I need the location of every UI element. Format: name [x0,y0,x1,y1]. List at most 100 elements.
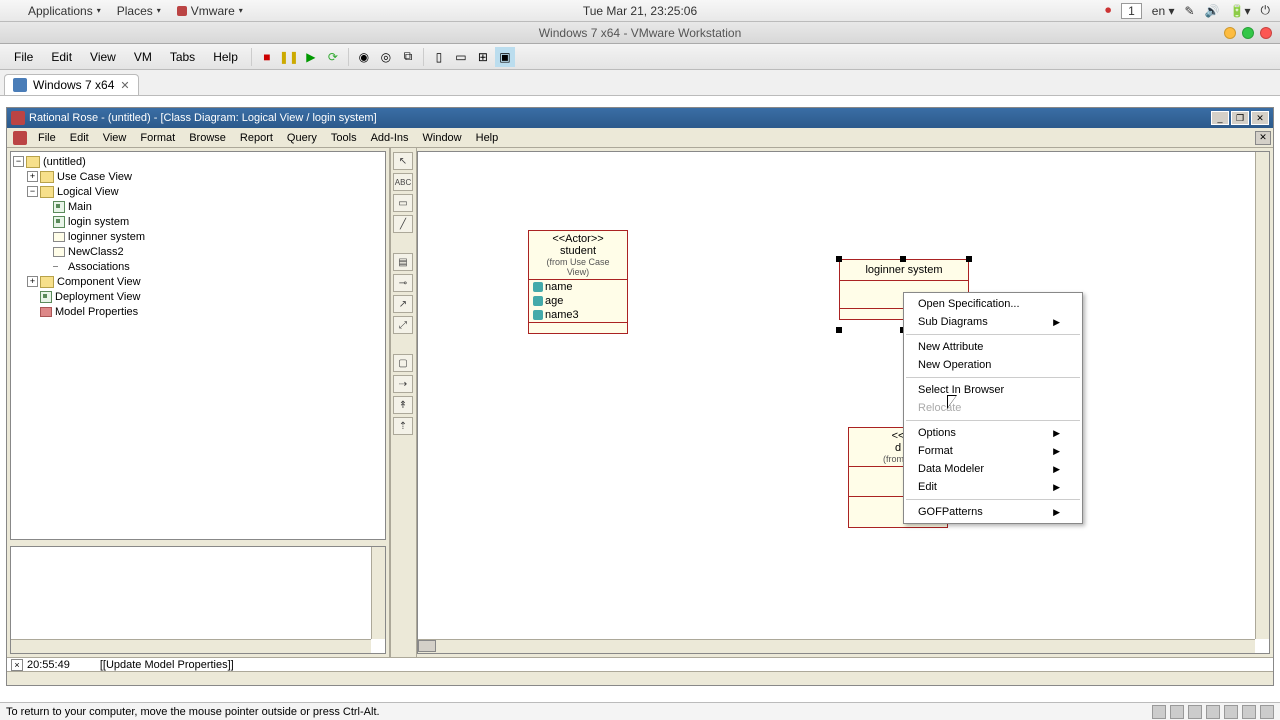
minimize-button[interactable] [1224,27,1236,39]
cm-select-in-browser[interactable]: Select In Browser [904,381,1082,399]
vm-snapshot2-icon[interactable]: ◎ [376,47,396,67]
tool-interface-icon[interactable]: ⊸ [393,274,413,292]
vm-snapshot-icon[interactable]: ◉ [354,47,374,67]
tool-pointer-icon[interactable]: ↖ [393,152,413,170]
sel-handle[interactable] [836,327,842,333]
vm-dev-icon[interactable] [1242,705,1256,719]
tray-lang[interactable]: en ▾ [1152,4,1175,18]
tray-power-icon[interactable]: ⏻ [1261,3,1271,18]
tray-volume-icon[interactable]: 🔊 [1205,4,1220,18]
rose-menu-browse[interactable]: Browse [182,130,233,146]
vm-tab-windows7[interactable]: Windows 7 x64 ✕ [4,74,139,95]
tool-note-icon[interactable]: ▭ [393,194,413,212]
cm-new-operation[interactable]: New Operation [904,356,1082,374]
vm-tab-close-icon[interactable]: ✕ [120,79,129,92]
vm-dev-icon[interactable] [1206,705,1220,719]
vm-pause-icon[interactable]: ❚❚ [279,47,299,67]
tree-model-properties[interactable]: Model Properties [13,304,383,319]
scrollbar-h[interactable] [11,639,371,653]
vm-layout2-icon[interactable]: ▭ [451,47,471,67]
rose-menu-view[interactable]: View [96,130,134,146]
tree-loginner-system[interactable]: loginner system [13,229,383,244]
cm-gofpatterns[interactable]: GOFPatterns▶ [904,503,1082,521]
rose-child-close-button[interactable]: ✕ [1255,131,1271,145]
tree-root[interactable]: −(untitled) [13,154,383,169]
rose-maximize-button[interactable]: ❐ [1231,111,1249,125]
rose-menu-report[interactable]: Report [233,130,280,146]
rose-menu-edit[interactable]: Edit [63,130,96,146]
rose-canvas[interactable]: <<Actor>> student (from Use Case View) n… [417,151,1270,654]
cm-new-attribute[interactable]: New Attribute [904,338,1082,356]
mac-menu-places[interactable]: Places▾ [109,4,169,18]
rose-tree[interactable]: −(untitled) +Use Case View −Logical View… [10,151,386,540]
vm-dev-icon[interactable] [1170,705,1184,719]
sel-handle[interactable] [836,256,842,262]
vm-restart-icon[interactable]: ⟳ [323,47,343,67]
rose-close-button[interactable]: ✕ [1251,111,1269,125]
tray-pen-icon[interactable]: ✎ [1185,4,1195,18]
vm-dev-icon[interactable] [1260,705,1274,719]
rose-menu-format[interactable]: Format [133,130,182,146]
tool-aggreg-icon[interactable]: ⤢ [393,316,413,334]
tree-use-case-view[interactable]: +Use Case View [13,169,383,184]
tool-package-icon[interactable]: ▢ [393,354,413,372]
scrollbar-v[interactable] [371,547,385,639]
vm-layout1-icon[interactable]: ▯ [429,47,449,67]
mac-menu-applications[interactable]: Applications▾ [20,4,109,18]
tool-text-icon[interactable]: ABC [393,173,413,191]
vm-menu-vm[interactable]: VM [126,47,160,67]
rose-menu-window[interactable]: Window [416,130,469,146]
rose-minimize-button[interactable]: _ [1211,111,1229,125]
vm-fullscreen-icon[interactable]: ▣ [495,47,515,67]
tree-newclass2[interactable]: NewClass2 [13,244,383,259]
tree-associations[interactable]: ⎯Associations [13,259,383,274]
rose-menu-tools[interactable]: Tools [324,130,364,146]
vm-dev-icon[interactable] [1152,705,1166,719]
vm-menu-edit[interactable]: Edit [43,47,80,67]
log-close-icon[interactable]: × [11,659,23,671]
sel-handle[interactable] [966,256,972,262]
vm-menu-file[interactable]: File [6,47,41,67]
tool-general-icon[interactable]: ↟ [393,396,413,414]
tool-realize-icon[interactable]: ⇡ [393,417,413,435]
tray-battery-icon[interactable]: 🔋▾ [1230,4,1251,18]
rose-menu-help[interactable]: Help [469,130,506,146]
tree-login-system[interactable]: login system [13,214,383,229]
canvas-scrollbar-v[interactable] [1255,152,1269,639]
vm-menu-help[interactable]: Help [205,47,246,67]
cm-options[interactable]: Options▶ [904,424,1082,442]
cm-sub-diagrams[interactable]: Sub Diagrams▶ [904,313,1082,331]
vm-dev-icon[interactable] [1188,705,1202,719]
maximize-button[interactable] [1242,27,1254,39]
cm-data-modeler[interactable]: Data Modeler▶ [904,460,1082,478]
tree-logical-view[interactable]: −Logical View [13,184,383,199]
vm-dev-icon[interactable] [1224,705,1238,719]
tool-class-icon[interactable]: ▤ [393,253,413,271]
canvas-scrollbar-h[interactable] [418,639,1255,653]
tray-indicator[interactable]: 1 [1121,3,1142,19]
vm-menu-tabs[interactable]: Tabs [162,47,203,67]
sel-handle[interactable] [900,256,906,262]
uml-class-student[interactable]: <<Actor>> student (from Use Case View) n… [528,230,628,334]
vm-menu-view[interactable]: View [82,47,124,67]
tree-component-view[interactable]: +Component View [13,274,383,289]
rose-menu-file[interactable]: File [31,130,63,146]
tool-depend-icon[interactable]: ⇢ [393,375,413,393]
vm-layout3-icon[interactable]: ⊞ [473,47,493,67]
cm-format[interactable]: Format▶ [904,442,1082,460]
rose-menu-addins[interactable]: Add-Ins [364,130,416,146]
tree-deployment-view[interactable]: Deployment View [13,289,383,304]
mac-menu-vmware[interactable]: Vmware▾ [169,4,251,18]
tool-assoc-icon[interactable]: ↗ [393,295,413,313]
vm-snapshot3-icon[interactable]: ⧉ [398,47,418,67]
rose-doc-pane[interactable] [10,546,386,654]
cm-open-spec[interactable]: Open Specification... [904,295,1082,313]
tool-anchor-icon[interactable]: ╱ [393,215,413,233]
rose-menu-query[interactable]: Query [280,130,324,146]
cm-edit[interactable]: Edit▶ [904,478,1082,496]
vm-play-icon[interactable]: ▶ [301,47,321,67]
tray-record-icon[interactable]: ⏺ [1105,3,1111,18]
vm-stop-icon[interactable]: ■ [257,47,277,67]
close-button[interactable] [1260,27,1272,39]
rose-bottom-scroll[interactable] [7,671,1273,685]
